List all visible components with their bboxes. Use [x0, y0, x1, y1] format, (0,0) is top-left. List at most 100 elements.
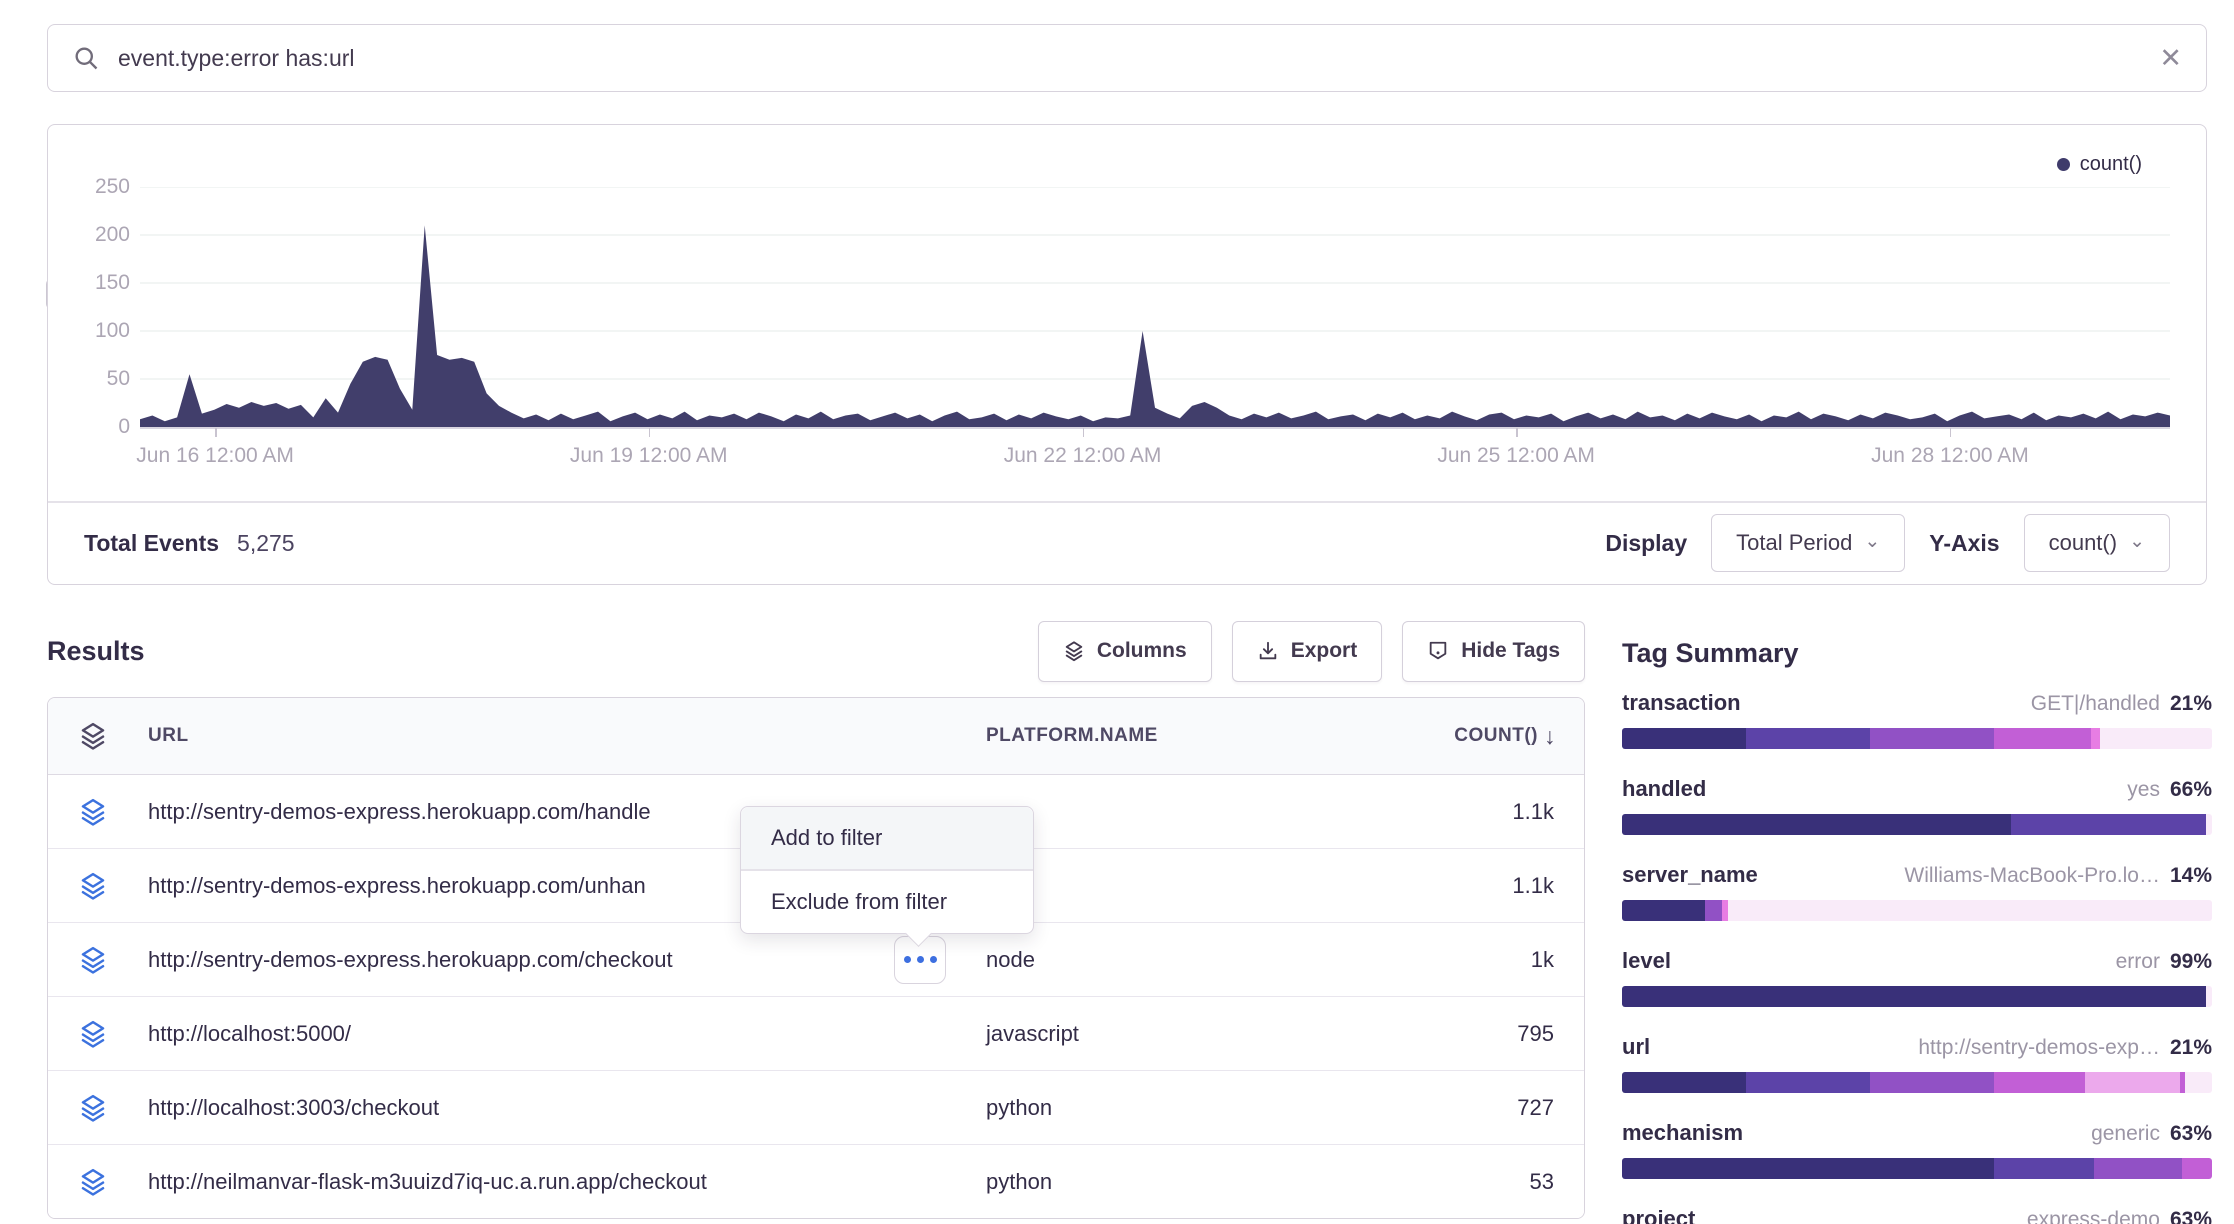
tag-entry: handled yes 66% — [1622, 776, 2212, 835]
platform-cell[interactable]: python — [986, 1095, 1052, 1121]
results-toolbar: Columns Export Hide Tags — [1038, 621, 1585, 682]
url-cell[interactable]: http://localhost:5000/ — [148, 1021, 351, 1047]
url-cell[interactable]: http://sentry-demos-express.herokuapp.co… — [148, 799, 651, 825]
tag-entry: level error 99% — [1622, 948, 2212, 1007]
legend-label: count() — [2080, 153, 2142, 176]
tag-entry: url http://sentry-demos-exp… 21% — [1622, 1034, 2212, 1093]
tag-distribution-bar[interactable] — [1622, 814, 2212, 835]
tag-bar-segment — [1622, 814, 2011, 835]
tag-bar-segment — [1746, 728, 1870, 749]
display-dropdown[interactable]: Total Period ⌄ — [1711, 514, 1905, 572]
yaxis-dropdown[interactable]: count() ⌄ — [2024, 514, 2170, 572]
tag-top-percent: 21% — [2170, 1036, 2212, 1060]
tag-bar-segment — [1622, 986, 2206, 1007]
table-row[interactable]: http://neilmanvar-flask-m3uuizd7iq-uc.a.… — [48, 1144, 1584, 1218]
tag-distribution-bar[interactable] — [1622, 900, 2212, 921]
column-header-platform[interactable]: PLATFORM.NAME — [986, 725, 1158, 747]
x-tick-mark — [649, 428, 651, 437]
x-tick-label: Jun 22 12:00 AM — [1004, 443, 1162, 469]
tag-top-value: http://sentry-demos-exp… — [1918, 1036, 2160, 1060]
count-header-label: COUNT() — [1454, 725, 1538, 747]
x-tick-label: Jun 19 12:00 AM — [570, 443, 728, 469]
ellipsis-dot-icon — [930, 956, 937, 963]
yaxis-dropdown-value: count() — [2049, 530, 2117, 556]
tag-entry: mechanism generic 63% — [1622, 1120, 2212, 1179]
menu-item-exclude-from-filter[interactable]: Exclude from filter — [741, 871, 1033, 933]
search-bar[interactable]: event.type:error has:url ✕ — [47, 24, 2207, 92]
table-header-row: URL PLATFORM.NAME COUNT() ↓ — [48, 698, 1584, 775]
url-cell[interactable]: http://neilmanvar-flask-m3uuizd7iq-uc.a.… — [148, 1169, 707, 1195]
stack-icon — [1063, 640, 1085, 662]
tag-distribution-bar[interactable] — [1622, 728, 2212, 749]
tag-icon — [1427, 640, 1449, 662]
column-header-count[interactable]: COUNT() ↓ — [1454, 723, 1556, 750]
tag-name: server_name — [1622, 862, 1758, 888]
count-cell: 53 — [1530, 1169, 1554, 1195]
tag-top-percent: 63% — [2170, 1208, 2212, 1224]
stack-icon — [78, 1167, 108, 1197]
y-tick-label: 250 — [70, 175, 130, 199]
platform-cell[interactable]: javascript — [986, 1021, 1079, 1047]
url-cell[interactable]: http://localhost:3003/checkout — [148, 1095, 439, 1121]
tag-bar-segment — [1622, 728, 1746, 749]
ellipsis-dot-icon — [904, 956, 911, 963]
tag-bar-segment — [2094, 1158, 2183, 1179]
yaxis-label: Y-Axis — [1929, 530, 1999, 557]
events-chart-panel: count() 050100150200250 Jun 16 12:00 AMJ… — [47, 124, 2207, 585]
tag-top-value: generic — [2091, 1122, 2160, 1146]
button-label: Columns — [1097, 639, 1187, 663]
search-input[interactable]: event.type:error has:url — [118, 45, 2159, 72]
column-header-url[interactable]: URL — [148, 725, 189, 747]
close-icon[interactable]: ✕ — [2159, 43, 2182, 74]
tag-summary-title: Tag Summary — [1622, 638, 2212, 668]
columns-button[interactable]: Columns — [1038, 621, 1212, 682]
tag-name: handled — [1622, 776, 1706, 802]
tag-list: transaction GET|/handled 21% handled yes… — [1622, 690, 2212, 1224]
tag-distribution-bar[interactable] — [1622, 1158, 2212, 1179]
tag-bar-segment — [1622, 1158, 1994, 1179]
cell-actions-menu: Add to filter Exclude from filter — [740, 806, 1034, 934]
button-label: Hide Tags — [1461, 639, 1560, 663]
tag-name: level — [1622, 948, 1671, 974]
x-tick-mark — [1516, 428, 1518, 437]
tag-bar-segment — [2206, 986, 2212, 1007]
table-row[interactable]: http://localhost:3003/checkout python 72… — [48, 1070, 1584, 1144]
chart-footer: Total Events 5,275 Display Total Period … — [48, 502, 2206, 584]
tag-top-value: Williams-MacBook-Pro.lo… — [1904, 864, 2160, 888]
menu-item-add-to-filter[interactable]: Add to filter — [741, 807, 1033, 869]
y-tick-label: 100 — [70, 319, 130, 343]
total-events-label: Total Events — [84, 530, 219, 557]
series-dot-icon — [2057, 158, 2070, 171]
stack-icon — [78, 871, 108, 901]
tag-bar-segment — [1870, 728, 1994, 749]
tag-name: transaction — [1622, 690, 1741, 716]
tag-entry: transaction GET|/handled 21% — [1622, 690, 2212, 749]
export-button[interactable]: Export — [1232, 621, 1383, 682]
x-tick-mark — [1083, 428, 1085, 437]
tag-bar-segment — [2091, 728, 2100, 749]
results-title: Results — [47, 636, 145, 667]
stack-icon[interactable] — [78, 721, 108, 751]
hide-tags-button[interactable]: Hide Tags — [1402, 621, 1585, 682]
x-tick-mark — [215, 428, 217, 437]
events-area-chart[interactable] — [140, 187, 2170, 427]
count-cell: 1k — [1531, 947, 1554, 973]
url-cell[interactable]: http://sentry-demos-express.herokuapp.co… — [148, 947, 673, 973]
tag-entry: server_name Williams-MacBook-Pro.lo… 14% — [1622, 862, 2212, 921]
tag-top-value: express-demo — [2027, 1208, 2160, 1224]
tag-distribution-bar[interactable] — [1622, 986, 2212, 1007]
tag-summary: Tag Summary transaction GET|/handled 21%… — [1622, 638, 2212, 1224]
platform-cell[interactable]: node — [986, 947, 1035, 973]
x-tick-label: Jun 16 12:00 AM — [136, 443, 294, 469]
tag-bar-segment — [2011, 814, 2206, 835]
table-row[interactable]: http://localhost:5000/ javascript 795 — [48, 996, 1584, 1070]
button-label: Export — [1291, 639, 1358, 663]
tag-bar-segment — [1870, 1072, 1994, 1093]
url-cell[interactable]: http://sentry-demos-express.herokuapp.co… — [148, 873, 646, 899]
tag-distribution-bar[interactable] — [1622, 1072, 2212, 1093]
count-cell: 795 — [1517, 1021, 1554, 1047]
platform-cell[interactable]: python — [986, 1169, 1052, 1195]
stack-icon — [78, 945, 108, 975]
count-cell: 1.1k — [1512, 799, 1554, 825]
tag-top-value: yes — [2127, 778, 2160, 802]
